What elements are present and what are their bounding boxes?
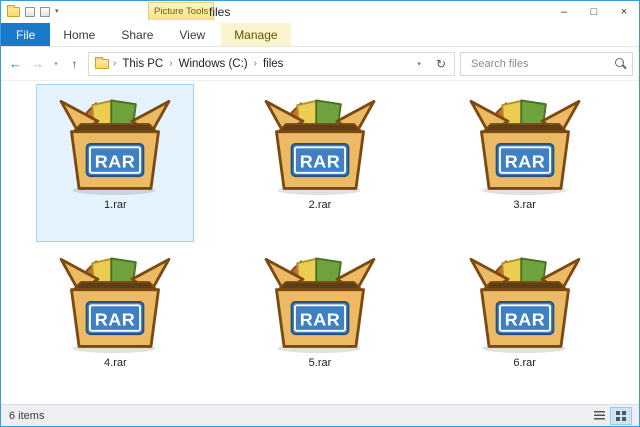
recent-locations-chevron-icon[interactable]: ▾ [51,60,61,68]
file-label: 5.rar [308,357,332,369]
address-row: ← → ▾ ↑ › This PC › Windows (C:) › files… [1,47,639,81]
status-bar: 6 items [1,404,639,426]
back-arrow-icon[interactable]: ← [7,56,24,71]
file-label: 6.rar [513,357,536,369]
titlebar: ▾ Picture Tools files – □ × [1,1,639,23]
minimize-button[interactable]: – [549,1,579,23]
rar-icon-text: RAR [504,310,544,330]
picture-tools-label: Picture Tools [148,2,215,20]
maximize-button[interactable]: □ [579,1,609,23]
rar-archive-icon: RAR [262,90,378,196]
breadcrumb-separator-icon: › [113,58,117,69]
tab-manage[interactable]: Manage [221,23,291,46]
explorer-window: ▾ Picture Tools files – □ × File Home Sh… [0,0,640,427]
folder-icon [95,56,109,69]
rar-icon-text: RAR [95,152,135,172]
file-list: RAR 1.rar RAR 2.rar RAR 3.rar RAR 4.rar [1,81,639,404]
file-item[interactable]: RAR 2.rar [241,84,399,242]
close-button[interactable]: × [609,1,639,23]
thumbnails-view-icon [616,410,620,415]
search-icon[interactable] [615,57,624,67]
rar-archive-icon: RAR [57,90,173,196]
details-view-icon [593,411,605,420]
file-item[interactable]: RAR 5.rar [241,242,399,400]
search-box [460,51,633,76]
file-label: 2.rar [308,199,332,211]
explorer-window-icon [7,5,20,17]
view-toggles [589,406,632,425]
breadcrumb-separator-icon: › [169,58,173,69]
details-view-button[interactable] [589,408,609,424]
tab-file[interactable]: File [1,23,51,46]
file-label: 4.rar [104,357,127,369]
rar-archive-icon: RAR [467,248,583,354]
new-folder-icon[interactable] [40,7,50,17]
tab-view[interactable]: View [166,23,218,46]
refresh-icon[interactable]: ↻ [430,57,452,71]
file-label: 3.rar [513,199,536,211]
address-dropdown-chevron-icon[interactable]: ▾ [412,60,426,68]
caption-buttons: – □ × [549,1,639,23]
file-item[interactable]: RAR 1.rar [36,84,195,242]
address-bar[interactable]: › This PC › Windows (C:) › files ▾ ↻ [88,51,455,76]
tab-share[interactable]: Share [108,23,166,46]
tab-home[interactable]: Home [50,23,108,46]
ribbon-tabs: File Home Share View Manage [1,23,639,47]
breadcrumb-windows-c[interactable]: Windows (C:) [177,58,250,70]
rar-archive-icon: RAR [262,248,378,354]
rar-icon-text: RAR [300,152,340,172]
rar-icon-text: RAR [504,152,544,172]
breadcrumb-this-pc[interactable]: This PC [120,58,165,70]
thumbnails-view-button[interactable] [610,406,632,425]
item-count: 6 items [9,409,45,422]
window-title: files [209,5,231,19]
properties-icon[interactable] [25,7,35,17]
up-arrow-icon[interactable]: ↑ [66,57,83,71]
rar-archive-icon: RAR [467,90,583,196]
file-item[interactable]: RAR 4.rar [36,242,194,400]
breadcrumb-files[interactable]: files [261,58,285,70]
rar-icon-text: RAR [95,310,135,330]
file-label: 1.rar [104,199,127,211]
quick-access-toolbar: ▾ [1,5,59,17]
rar-icon-text: RAR [300,310,340,330]
file-item[interactable]: RAR 3.rar [446,84,604,242]
forward-arrow-icon[interactable]: → [29,56,46,71]
qat-customize-chevron-icon[interactable]: ▾ [55,7,59,17]
rar-archive-icon: RAR [57,248,173,354]
file-item[interactable]: RAR 6.rar [446,242,604,400]
breadcrumb-separator-icon: › [253,58,257,69]
search-input[interactable] [469,56,615,71]
